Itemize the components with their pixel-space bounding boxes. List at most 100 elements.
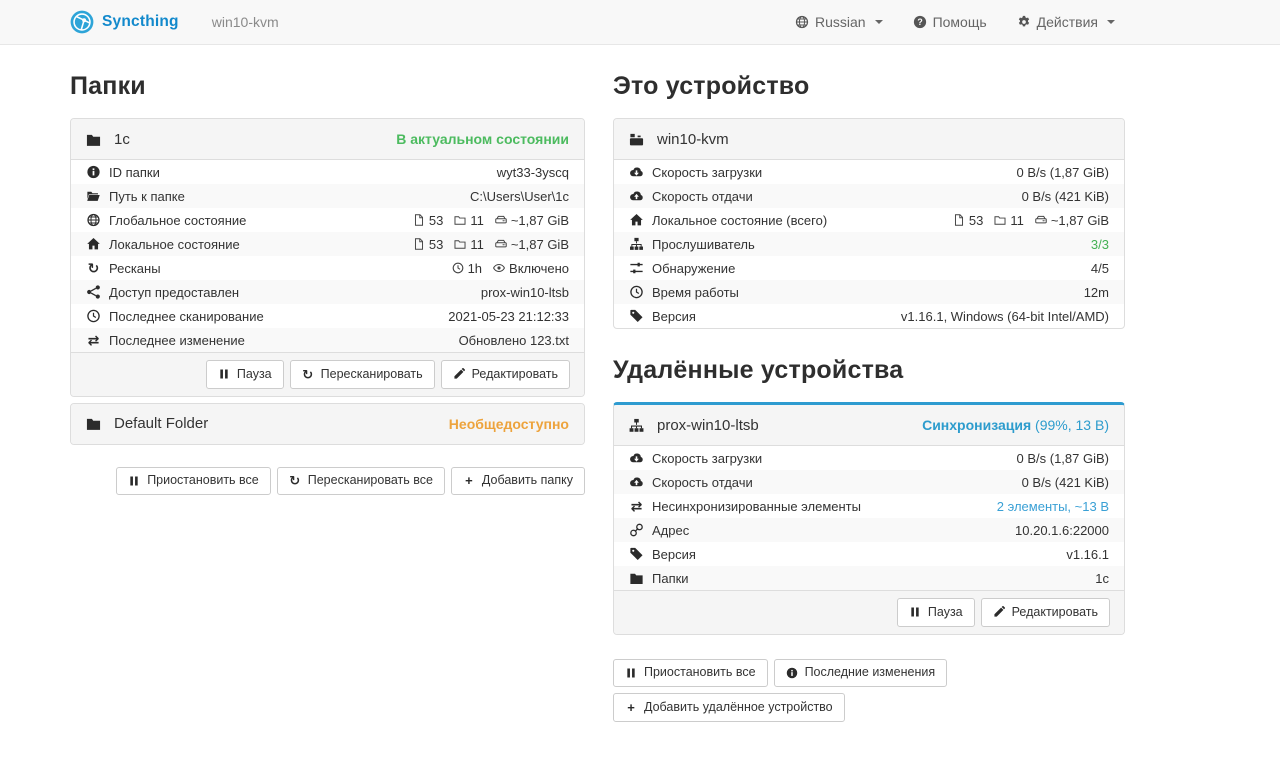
- device-row: Обнаружение4/5: [614, 256, 1124, 280]
- row-label: Скорость загрузки: [629, 165, 762, 180]
- folders-actions: Приостановить все↻Пересканировать все+До…: [70, 467, 585, 496]
- folders-heading: Папки: [70, 72, 585, 101]
- folder-row: ↻Ресканы1hВключено: [71, 256, 584, 280]
- row-value: prox-win10-ltsb: [481, 285, 569, 300]
- button-label: Добавить удалённое устройство: [644, 700, 833, 716]
- remote-device-row: Версия v1.16.1: [614, 542, 1124, 566]
- row-value-part: ~1,87 GiB: [1035, 213, 1109, 228]
- row-label: ↻Ресканы: [86, 261, 161, 276]
- row-label-text: Версия: [652, 547, 696, 562]
- row-label: Папки: [629, 571, 689, 586]
- row-label: Глобальное состояние: [86, 213, 246, 228]
- hdd-icon: [495, 238, 507, 250]
- row-value-text: 10.20.1.6:22000: [1015, 523, 1109, 538]
- remote-device-row: Скорость загрузки0 B/s (1,87 GiB): [614, 446, 1124, 470]
- add-folder-button[interactable]: +Добавить папку: [451, 467, 585, 496]
- row-value-part: 53: [953, 213, 983, 228]
- pause-all-folders-button[interactable]: Приостановить все: [116, 467, 271, 496]
- row-value: 10.20.1.6:22000: [1015, 523, 1109, 538]
- nav-item-label: Помощь: [933, 14, 987, 30]
- info-circle-icon: [86, 165, 101, 179]
- row-value-text: v1.16.1, Windows (64-bit Intel/AMD): [901, 309, 1109, 324]
- row-value-part: 53: [413, 213, 443, 228]
- this-device-heading: Это устройство: [613, 72, 1125, 101]
- device-name: win10-kvm: [657, 131, 729, 148]
- syncthing-brand[interactable]: Syncthing: [70, 10, 179, 34]
- folder-row: Доступ предоставлен prox-win10-ltsb: [71, 280, 584, 304]
- home-icon: [629, 213, 644, 227]
- add-remote-device-button[interactable]: +Добавить удалённое устройство: [613, 693, 845, 722]
- remote-device-panel-device-prox-win10-ltsb: prox-win10-ltsbСинхронизация (99%, 13 B)…: [613, 402, 1125, 635]
- device-row: Локальное состояние (всего)5311~1,87 GiB: [614, 208, 1124, 232]
- row-value-text: Включено: [509, 261, 569, 276]
- row-value-part: 2021-05-23 21:12:33: [448, 309, 569, 324]
- remote-device-panel-header-device-prox-win10-ltsb[interactable]: prox-win10-ltsbСинхронизация (99%, 13 B): [614, 405, 1124, 446]
- row-value: 0 B/s (421 KiB): [1022, 475, 1109, 490]
- row-label-text: ID папки: [109, 165, 160, 180]
- device-panel-header-device-win10-kvm[interactable]: win10-kvm: [614, 119, 1124, 160]
- row-value: 12m: [1084, 285, 1109, 300]
- folder-o-icon: [454, 214, 466, 226]
- folder-o-icon: [994, 214, 1006, 226]
- row-value-text: 53: [969, 213, 983, 228]
- sliders-icon: [629, 261, 644, 275]
- row-label: Путь к папке: [86, 189, 185, 204]
- row-value-part: Включено: [493, 261, 569, 276]
- folder-icon: [86, 132, 101, 147]
- button-label: Пересканировать все: [308, 473, 433, 489]
- row-label-text: Локальное состояние: [109, 237, 240, 252]
- row-value-part: v1.16.1: [1066, 547, 1109, 562]
- row-value: 3/3: [1091, 237, 1109, 252]
- row-value-text: C:\Users\User\1c: [470, 189, 569, 204]
- row-value-part: 0 B/s (1,87 GiB): [1017, 165, 1109, 180]
- remote-devices-heading: Удалённые устройства: [613, 356, 1125, 385]
- recent-changes-button[interactable]: Последние изменения: [774, 659, 948, 688]
- row-value-text: Обновлено 123.txt: [459, 333, 569, 348]
- nav-item-help[interactable]: ?Помощь: [913, 14, 987, 30]
- hdd-icon: [1035, 214, 1047, 226]
- row-label-text: Путь к папке: [109, 189, 185, 204]
- button-label: Пауза: [928, 605, 963, 621]
- row-value-part[interactable]: 2 элементы, ~13 B: [997, 499, 1109, 514]
- nav-item-label: Russian: [815, 14, 866, 30]
- gear-icon: [1017, 15, 1031, 29]
- folder-name: 1c: [114, 131, 130, 148]
- rescan-button[interactable]: ↻Пересканировать: [290, 360, 435, 389]
- nav-item-label: Действия: [1037, 14, 1098, 30]
- nav-item-language-menu[interactable]: Russian: [795, 14, 883, 30]
- row-label-text: Скорость отдачи: [652, 475, 753, 490]
- folder-panel-header-folder-default[interactable]: Default Folder Необщедоступно: [71, 404, 584, 444]
- folder-name: Default Folder: [114, 415, 208, 432]
- row-value-text: 2 элементы, ~13 B: [997, 499, 1109, 514]
- row-value-text: prox-win10-ltsb: [481, 285, 569, 300]
- eye-icon: [493, 262, 505, 274]
- rescan-all-button[interactable]: ↻Пересканировать все: [277, 467, 445, 496]
- row-label: ID папки: [86, 165, 160, 180]
- pause-all-devices-button[interactable]: Приостановить все: [613, 659, 768, 688]
- pause-device-button[interactable]: Пауза: [897, 598, 975, 627]
- row-label-text: Скорость загрузки: [652, 165, 762, 180]
- pause-button[interactable]: Пауза: [206, 360, 284, 389]
- folder-status: Необщедоступно: [449, 416, 569, 432]
- row-value: v1.16.1, Windows (64-bit Intel/AMD): [901, 309, 1109, 324]
- row-label: Локальное состояние (всего): [629, 213, 827, 228]
- folders-column: Папки 1cВ актуальном состоянииID папкиwy…: [70, 72, 585, 722]
- row-value-part: 4/5: [1091, 261, 1109, 276]
- nav-item-actions-menu[interactable]: Действия: [1017, 14, 1115, 30]
- pause-icon: [128, 475, 140, 487]
- row-label: Доступ предоставлен: [86, 285, 239, 300]
- edit-button[interactable]: Редактировать: [441, 360, 570, 389]
- row-label: Прослушиватель: [629, 237, 755, 252]
- folder-row: Локальное состояние5311~1,87 GiB: [71, 232, 584, 256]
- sitemap-icon: [629, 237, 644, 251]
- folder-open-icon: [86, 189, 101, 203]
- plus-icon: +: [463, 475, 475, 487]
- navbar: Syncthing win10-kvm Russian ?Помощь Действ…: [0, 0, 1280, 45]
- folder-panel-header-folder-1c[interactable]: 1cВ актуальном состоянии: [71, 119, 584, 160]
- row-value-part: prox-win10-ltsb: [481, 285, 569, 300]
- page-device-title: win10-kvm: [212, 14, 279, 30]
- edit-device-button[interactable]: Редактировать: [981, 598, 1110, 627]
- row-label: Последнее сканирование: [86, 309, 264, 324]
- folder-icon: [629, 571, 644, 585]
- folder-panel-footer: Пауза↻ПересканироватьРедактировать: [71, 352, 584, 396]
